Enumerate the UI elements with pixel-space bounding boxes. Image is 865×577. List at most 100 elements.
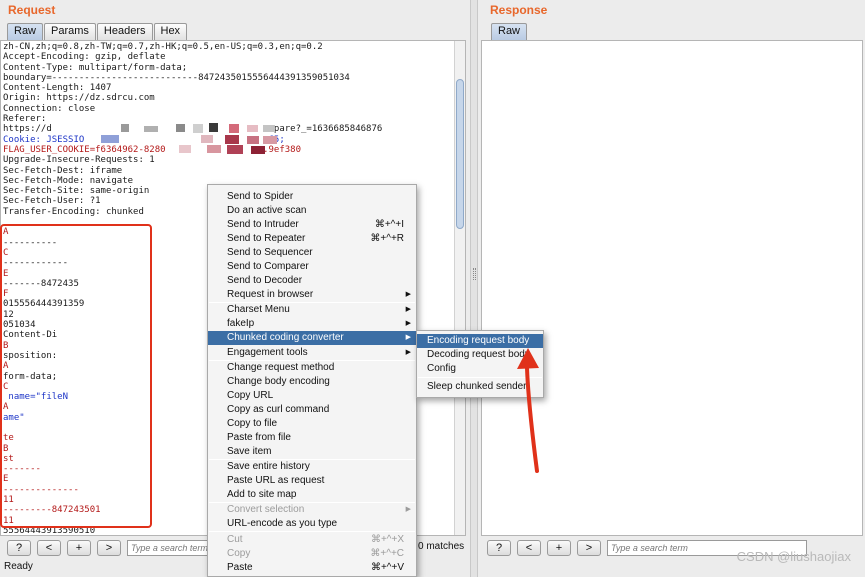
menu-item-send-to-decoder[interactable]: Send to Decoder — [208, 274, 416, 288]
menu-item-encoding-request-body[interactable]: Encoding request body — [417, 334, 543, 348]
menu-item-chunked-coding-converter[interactable]: Chunked coding converter ▶ — [208, 331, 416, 345]
tab-params[interactable]: Params — [44, 23, 96, 40]
prev-button[interactable]: < — [37, 540, 61, 556]
code-line: Origin: https://dz.sdrcu.com — [3, 93, 155, 104]
menu-item-decoding-request-body[interactable]: Decoding request body — [417, 348, 543, 362]
submenu-arrow-icon: ▶ — [405, 349, 411, 356]
menu-item-copy: Copy ⌘+^+C — [208, 547, 416, 561]
menu-item-copy-url[interactable]: Copy URL — [208, 389, 416, 403]
redaction-block — [263, 136, 277, 144]
menu-item-label: Add to site map — [227, 489, 297, 500]
prev-button[interactable]: < — [517, 540, 541, 556]
menu-item-save-item[interactable]: Save item — [208, 445, 416, 459]
menu-item-label: Copy — [227, 548, 251, 559]
request-search-bar: ? < + > Type a search term — [7, 538, 227, 558]
menu-item-charset-menu[interactable]: Charset Menu ▶ — [208, 303, 416, 317]
menu-item-label: Request in browser — [227, 289, 314, 300]
response-title: Response — [490, 3, 548, 17]
menu-item-paste[interactable]: Paste ⌘+^+V — [208, 561, 416, 575]
redaction-block — [121, 124, 129, 132]
menu-item-send-to-intruder[interactable]: Send to Intruder ⌘+^+I — [208, 218, 416, 232]
menu-item-add-to-site-map[interactable]: Add to site map — [208, 488, 416, 502]
menu-item-convert-selection: Convert selection ▶ — [208, 503, 416, 517]
menu-shortcut: ⌘+^+R — [370, 233, 404, 244]
tab-raw[interactable]: Raw — [7, 23, 44, 40]
menu-item-config[interactable]: Config — [417, 362, 543, 376]
help-button[interactable]: ? — [7, 540, 31, 556]
menu-item-url-encode-as-you-type[interactable]: URL-encode as you type — [208, 517, 416, 531]
menu-separator — [209, 531, 415, 532]
menu-item-label: Send to Decoder — [227, 275, 303, 286]
menu-item-copy-to-file[interactable]: Copy to file — [208, 417, 416, 431]
menu-item-label: Config — [427, 363, 456, 374]
code-line: Connection: close — [3, 103, 96, 114]
redaction-block — [201, 135, 213, 143]
next-button[interactable]: > — [97, 540, 121, 556]
redaction-block — [251, 146, 265, 154]
menu-item-paste-from-file[interactable]: Paste from file — [208, 431, 416, 445]
redaction-block — [247, 136, 259, 144]
response-editor[interactable] — [481, 40, 863, 536]
menu-item-label: Decoding request body — [427, 349, 530, 360]
request-tabs: Raw Params Headers Hex — [7, 23, 188, 40]
menu-item-copy-as-curl-command[interactable]: Copy as curl command — [208, 403, 416, 417]
add-button[interactable]: + — [547, 540, 571, 556]
status-text: Ready — [4, 561, 33, 572]
menu-shortcut: ⌘+^+X — [370, 534, 404, 545]
code-line: boundary=---------------------------8472… — [3, 72, 350, 83]
submenu-arrow-icon: ▶ — [405, 506, 411, 513]
submenu-arrow-icon: ▶ — [405, 291, 411, 298]
divider-grip[interactable] — [473, 268, 476, 280]
code-line: zh-CN,zh;q=0.8,zh-TW;q=0.7,zh-HK;q=0.5,e… — [3, 42, 323, 52]
menu-item-label: Send to Comparer — [227, 261, 309, 272]
context-menu: Send to Spider Do an active scan Send to I… — [207, 184, 417, 577]
menu-item-label: Send to Spider — [227, 191, 294, 202]
menu-item-label: Send to Repeater — [227, 233, 306, 244]
menu-item-request-in-browser[interactable]: Request in browser ▶ — [208, 288, 416, 302]
redaction-block — [176, 124, 185, 132]
request-title: Request — [8, 3, 56, 17]
menu-item-engagement-tools[interactable]: Engagement tools ▶ — [208, 346, 416, 360]
code-line: Referer: — [3, 114, 47, 125]
submenu-arrow-icon: ▶ — [405, 306, 411, 313]
redaction-block — [101, 135, 119, 143]
next-button[interactable]: > — [577, 540, 601, 556]
menu-item-change-body-encoding[interactable]: Change body encoding — [208, 375, 416, 389]
tab-headers[interactable]: Headers — [96, 23, 153, 40]
code-line: Content-Type: multipart/form-data; — [3, 62, 188, 73]
menu-item-save-entire-history[interactable]: Save entire history — [208, 460, 416, 474]
menu-separator — [418, 377, 542, 378]
menu-item-change-request-method[interactable]: Change request method — [208, 361, 416, 375]
redaction-block — [225, 135, 239, 144]
menu-item-sleep-chunked-sender[interactable]: Sleep chunked sender — [417, 380, 543, 394]
tab-raw[interactable]: Raw — [491, 23, 528, 40]
menu-item-label: URL-encode as you type — [227, 518, 338, 529]
menu-item-label: Do an active scan — [227, 205, 307, 216]
pane-divider[interactable] — [470, 0, 478, 577]
menu-item-do-an-active-scan[interactable]: Do an active scan — [208, 204, 416, 218]
menu-item-paste-url-as-request[interactable]: Paste URL as request — [208, 474, 416, 488]
help-button[interactable]: ? — [487, 540, 511, 556]
menu-item-label: Convert selection — [227, 504, 305, 515]
response-pane: Response Raw ? < + > Type a search term — [478, 0, 865, 577]
menu-item-send-to-sequencer[interactable]: Send to Sequencer — [208, 246, 416, 260]
code-line: Sec-Fetch-Dest: iframe — [3, 165, 123, 176]
menu-item-send-to-spider[interactable]: Send to Spider — [208, 190, 416, 204]
redaction-block — [247, 125, 258, 132]
request-scrollbar[interactable] — [454, 41, 465, 535]
submenu-arrow-icon: ▶ — [405, 334, 411, 341]
menu-shortcut: ⌘+^+I — [374, 219, 404, 230]
redaction-block — [193, 124, 203, 133]
scrollbar-thumb[interactable] — [456, 79, 464, 229]
menu-item-send-to-comparer[interactable]: Send to Comparer — [208, 260, 416, 274]
redaction-block — [207, 145, 221, 153]
code-line: Cookie: JSESSIO C5; — [3, 134, 285, 145]
menu-item-fakeip[interactable]: fakeIp ▶ — [208, 317, 416, 331]
add-button[interactable]: + — [67, 540, 91, 556]
menu-item-label: Sleep chunked sender — [427, 381, 527, 392]
tab-hex[interactable]: Hex — [153, 23, 188, 40]
menu-item-label: Charset Menu — [227, 304, 290, 315]
chunked-submenu: Encoding request body Decoding request bo… — [416, 330, 544, 398]
menu-item-send-to-repeater[interactable]: Send to Repeater ⌘+^+R — [208, 232, 416, 246]
response-tabs: Raw — [491, 23, 528, 40]
